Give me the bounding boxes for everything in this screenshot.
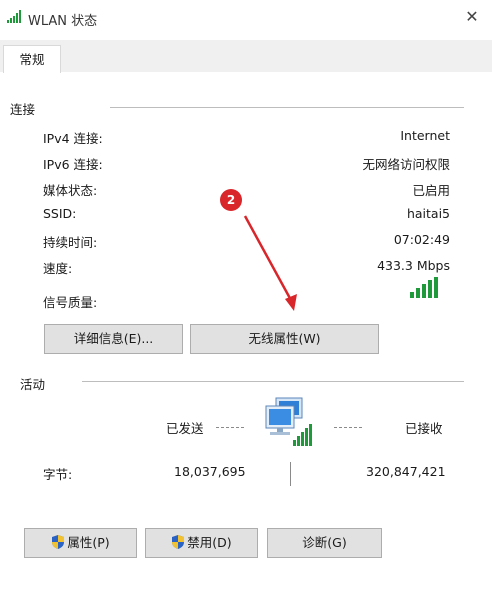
speed-value: 433.3 Mbps [377,258,450,273]
close-button[interactable]: ✕ [462,7,482,27]
disable-button-label: 禁用(D) [187,535,232,550]
activity-section-title: 活动 [20,377,46,392]
sent-label: 已发送 [166,421,204,436]
received-label: 已接收 [405,421,443,436]
wireless-properties-button[interactable]: 无线属性(W) [190,324,379,354]
signal-quality-label: 信号质量: [43,295,98,310]
properties-button-label: 属性(P) [67,535,110,550]
connection-section-title: 连接 [10,102,36,117]
tab-strip [0,40,492,72]
ipv6-label: IPv6 连接: [43,157,103,172]
bytes-divider [290,462,291,486]
signal-bars-icon [410,277,438,298]
wifi-signal-icon [7,10,21,23]
ipv6-value: 无网络访问权限 [362,157,450,172]
duration-label: 持续时间: [43,235,98,250]
properties-button[interactable]: 属性(P) [24,528,137,558]
bytes-received-value: 320,847,421 [366,464,446,479]
ssid-value: haitai5 [406,206,450,221]
tab-general[interactable]: 常规 [3,45,61,73]
ipv4-value: Internet [400,128,450,143]
activity-divider [82,381,464,382]
network-computer-icon [265,397,312,446]
ipv4-label: IPv4 连接: [43,131,103,146]
bytes-label: 字节: [43,467,73,482]
sent-connector [216,427,244,428]
window-title: WLAN 状态 [28,14,98,29]
ssid-label: SSID: [43,206,77,221]
received-connector [334,427,362,428]
step-badge: 2 [220,189,242,211]
bytes-sent-value: 18,037,695 [174,464,246,479]
duration-value: 07:02:49 [393,232,450,247]
media-state-value: 已启用 [412,183,450,198]
title-bar: WLAN 状态 ✕ [0,0,492,36]
speed-label: 速度: [43,261,73,276]
uac-shield-icon [52,535,65,549]
connection-divider [110,107,464,108]
uac-shield-icon [172,535,185,549]
details-button[interactable]: 详细信息(E)... [44,324,183,354]
media-state-label: 媒体状态: [43,183,98,198]
disable-button[interactable]: 禁用(D) [145,528,258,558]
diagnose-button[interactable]: 诊断(G) [267,528,382,558]
